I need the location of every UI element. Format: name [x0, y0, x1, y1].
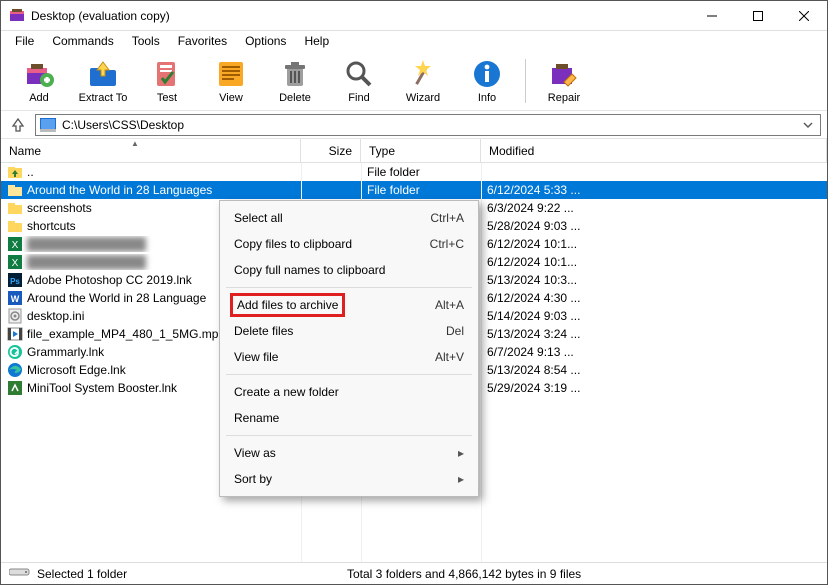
svg-text:X: X	[12, 240, 19, 251]
toolbar-extract-to-label: Extract To	[79, 92, 128, 104]
toolbar-repair-label: Repair	[548, 92, 580, 104]
context-menu: Select allCtrl+ACopy files to clipboardC…	[219, 200, 479, 497]
toolbar-view-label: View	[219, 92, 243, 104]
svg-text:X: X	[12, 258, 19, 269]
context-menu-item[interactable]: Create a new folder	[220, 379, 478, 405]
toolbar-test-button[interactable]: Test	[137, 53, 197, 109]
column-size-header[interactable]: Size	[301, 139, 361, 162]
status-total: Total 3 folders and 4,866,142 bytes in 9…	[347, 567, 819, 581]
drive-icon	[40, 118, 56, 132]
context-menu-item[interactable]: Copy full names to clipboard	[220, 257, 478, 283]
column-modified-header[interactable]: Modified	[481, 139, 827, 162]
address-input[interactable]: C:\Users\CSS\Desktop	[35, 114, 821, 136]
context-menu-item[interactable]: View as▸	[220, 440, 478, 466]
toolbar-wizard-button[interactable]: Wizard	[393, 53, 453, 109]
toolbar-test-label: Test	[157, 92, 177, 104]
minimize-button[interactable]	[689, 1, 735, 31]
toolbar-separator	[525, 59, 526, 103]
context-menu-item[interactable]: View fileAlt+V	[220, 344, 478, 370]
context-menu-item[interactable]: Delete filesDel	[220, 318, 478, 344]
column-name-header[interactable]: Name	[1, 139, 301, 162]
list-item[interactable]: Around the World in 28 LanguagesFile fol…	[1, 181, 827, 199]
menu-file[interactable]: File	[7, 33, 42, 49]
toolbar-find-label: Find	[348, 92, 369, 104]
svg-text:W: W	[11, 294, 20, 304]
context-menu-item[interactable]: Sort by▸	[220, 466, 478, 492]
toolbar-repair-button[interactable]: Repair	[534, 53, 594, 109]
app-window: Desktop (evaluation copy) FileCommandsTo…	[0, 0, 828, 585]
up-button[interactable]	[7, 114, 29, 136]
columns-header: Name Size Type Modified ▲	[1, 139, 827, 163]
context-menu-item[interactable]: Add files to archiveAlt+A	[220, 292, 478, 318]
context-menu-separator	[226, 374, 472, 375]
toolbar-add-label: Add	[29, 92, 49, 104]
window-title: Desktop (evaluation copy)	[31, 9, 689, 23]
svg-text:Ps: Ps	[10, 277, 20, 286]
context-menu-item[interactable]: Select allCtrl+A	[220, 205, 478, 231]
menu-bar: FileCommandsToolsFavoritesOptionsHelp	[1, 31, 827, 51]
toolbar-add-button[interactable]: Add	[9, 53, 69, 109]
menu-help[interactable]: Help	[296, 33, 337, 49]
context-menu-separator	[226, 287, 472, 288]
sort-indicator-icon: ▲	[131, 139, 139, 148]
toolbar-delete-label: Delete	[279, 92, 311, 104]
disk-icon	[9, 566, 31, 581]
menu-favorites[interactable]: Favorites	[170, 33, 235, 49]
address-path: C:\Users\CSS\Desktop	[62, 118, 794, 132]
window-controls	[689, 1, 827, 31]
list-item[interactable]: ..File folder	[1, 163, 827, 181]
toolbar-extract-to-button[interactable]: Extract To	[73, 53, 133, 109]
toolbar-view-button[interactable]: View	[201, 53, 261, 109]
toolbar-delete-button[interactable]: Delete	[265, 53, 325, 109]
status-selected: Selected 1 folder	[37, 567, 127, 581]
toolbar-info-button[interactable]: Info	[457, 53, 517, 109]
chevron-down-icon[interactable]	[800, 117, 816, 133]
column-type-header[interactable]: Type	[361, 139, 481, 162]
toolbar-info-label: Info	[478, 92, 496, 104]
close-button[interactable]	[781, 1, 827, 31]
status-bar: Selected 1 folder Total 3 folders and 4,…	[1, 562, 827, 584]
toolbar-find-button[interactable]: Find	[329, 53, 389, 109]
title-bar: Desktop (evaluation copy)	[1, 1, 827, 31]
context-menu-item[interactable]: Rename	[220, 405, 478, 431]
toolbar: Add Extract To Test View Delete Find Wizard Inf…	[1, 51, 827, 111]
menu-commands[interactable]: Commands	[44, 33, 121, 49]
context-menu-item[interactable]: Copy files to clipboardCtrl+C	[220, 231, 478, 257]
maximize-button[interactable]	[735, 1, 781, 31]
toolbar-wizard-label: Wizard	[406, 92, 440, 104]
context-menu-separator	[226, 435, 472, 436]
winrar-icon	[9, 8, 25, 24]
menu-options[interactable]: Options	[237, 33, 294, 49]
menu-tools[interactable]: Tools	[124, 33, 168, 49]
address-bar: C:\Users\CSS\Desktop	[1, 111, 827, 139]
